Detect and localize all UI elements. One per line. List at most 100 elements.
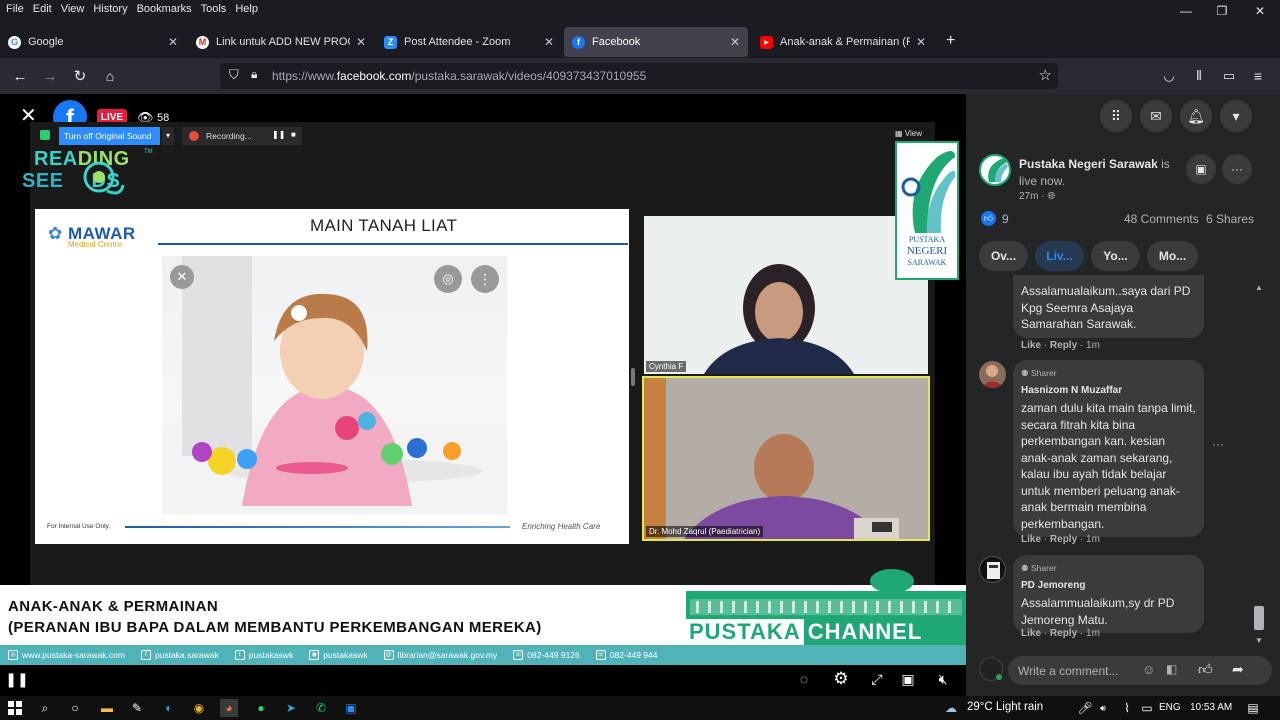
lock-icon[interactable]: 🔒︎ [251, 67, 257, 82]
more-options-icon[interactable]: ⋮ [471, 265, 499, 293]
comment-more-icon[interactable]: ··· [1212, 437, 1224, 451]
post-more-button[interactable]: ··· [1222, 154, 1252, 184]
language-indicator[interactable]: ENG [1159, 702, 1181, 713]
spotify-icon[interactable]: ● [252, 699, 270, 717]
pause-icon[interactable]: ❚❚ [272, 130, 285, 139]
close-tab-icon[interactable]: ✕ [544, 35, 554, 49]
menu-edit[interactable]: Edit [33, 3, 52, 15]
sidebar-icon[interactable]: ▭ [1218, 65, 1240, 87]
task-view-icon[interactable]: ○ [66, 699, 84, 717]
comment-composer[interactable]: Write a comment... ☺ ◧ 👍︎ ➦ [1008, 656, 1272, 685]
like-link[interactable]: Like [1021, 340, 1041, 351]
scroll-up-icon[interactable]: ▲ [1255, 283, 1263, 292]
tab-facebook[interactable]: f Facebook ✕ [564, 27, 748, 57]
avatar[interactable] [979, 556, 1006, 583]
back-arrow-icon[interactable]: ← [9, 65, 31, 87]
bookmark-star-icon[interactable]: ☆ [1039, 66, 1052, 84]
tab-overview[interactable]: Ov... [979, 241, 1028, 271]
save-icon[interactable]: ▣ [1186, 154, 1216, 184]
telegram-icon[interactable]: ➤ [282, 699, 300, 717]
close-tab-icon[interactable]: ✕ [916, 35, 926, 49]
like-icon[interactable]: 👍︎ [1198, 661, 1213, 678]
scrollbar-thumb[interactable] [1254, 606, 1264, 630]
captions-icon[interactable]: ◌ [793, 668, 815, 690]
menu-help[interactable]: Help [235, 3, 258, 15]
comments-scrollbar[interactable] [1252, 286, 1264, 634]
picture-in-picture-icon[interactable]: ▣ [897, 668, 919, 690]
menu-bookmarks[interactable]: Bookmarks [137, 3, 192, 15]
comment-count[interactable]: 48 Comments [1124, 212, 1199, 226]
notification-center-icon[interactable]: ▤ [1244, 699, 1262, 717]
mute-icon[interactable]: 🔇︎ [932, 668, 954, 690]
battery-icon[interactable]: ▭ [1138, 699, 1156, 717]
lens-icon[interactable]: ◎ [434, 265, 462, 293]
close-tab-icon[interactable]: ✕ [730, 35, 740, 49]
clock[interactable]: 10:53 AM [1190, 702, 1232, 713]
tab-zoom[interactable]: Z Post Attendee - Zoom ✕ [376, 27, 562, 57]
settings-gear-icon[interactable]: ⚙ [830, 668, 852, 690]
minimize-button[interactable]: — [1168, 0, 1204, 22]
home-icon[interactable]: ⌂ [99, 65, 121, 87]
page-avatar[interactable] [979, 154, 1011, 186]
weather-text[interactable]: 29°C Light rain [967, 701, 1043, 713]
library-icon[interactable]: ⫴ [1188, 65, 1210, 87]
like-link[interactable]: Like [1021, 628, 1041, 639]
commenter-name[interactable]: PD Jemoreng [1021, 578, 1196, 595]
search-icon[interactable]: ⌕ [36, 699, 54, 717]
menu-history[interactable]: History [93, 3, 127, 15]
weather-cloud-icon[interactable]: ☁ [942, 699, 960, 717]
tab-gmail[interactable]: M Link untuk ADD NEW PROGRAM ✕ [188, 27, 374, 57]
menu-view[interactable]: View [61, 3, 85, 15]
menu-tools[interactable]: Tools [201, 3, 227, 15]
like-link[interactable]: Like [1021, 534, 1041, 545]
forward-arrow-icon[interactable]: → [39, 65, 61, 87]
url-bar[interactable]: ⛉ 🔒︎ https://www. facebook.com/pustaka.sa… [220, 63, 1058, 89]
tab-more[interactable]: Mo... [1147, 241, 1198, 271]
reply-link[interactable]: Reply [1050, 628, 1077, 639]
zoom-app-icon[interactable]: ▣ [342, 699, 360, 717]
stop-icon[interactable]: ■ [291, 130, 296, 139]
messenger-icon[interactable]: ✉ [1140, 100, 1172, 132]
windows-start-icon[interactable] [6, 699, 24, 717]
commenter-name[interactable]: Hasnizom N Muzaffar [1021, 383, 1196, 400]
pen-icon[interactable]: ✎ [128, 699, 146, 717]
system-tray-icon[interactable]: 🔊︎ [1094, 699, 1112, 717]
pause-icon[interactable]: ❚❚ [5, 668, 28, 690]
share-arrow-icon[interactable]: ➦ [1232, 661, 1244, 678]
pocket-icon[interactable]: ◡ [1158, 65, 1180, 87]
reply-link[interactable]: Reply [1050, 534, 1077, 545]
wifi-icon[interactable]: ⌇ [1118, 699, 1136, 717]
shield-icon[interactable]: ⛉ [229, 67, 239, 83]
tab-google[interactable]: G Google ✕ [0, 27, 186, 57]
tab-youtube[interactable]: ▶ Anak-anak & Permainan (Perana ✕ [752, 27, 934, 57]
reply-link[interactable]: Reply [1050, 340, 1077, 351]
close-tab-icon[interactable]: ✕ [168, 35, 178, 49]
resize-handle[interactable] [631, 368, 635, 386]
chrome-icon[interactable]: ◉ [190, 699, 208, 717]
firefox-icon[interactable]: ◕ [220, 699, 238, 717]
fullscreen-icon[interactable]: ⤢ [866, 668, 888, 690]
tab-live-chat[interactable]: Liv... [1035, 241, 1084, 271]
restore-button[interactable]: ❐ [1204, 0, 1240, 22]
original-sound-button[interactable]: Turn off Original Sound [59, 127, 160, 145]
share-count[interactable]: 6 Shares [1206, 212, 1254, 226]
scroll-down-icon[interactable]: ▼ [1255, 636, 1263, 645]
hamburger-menu-icon[interactable]: ≡ [1247, 65, 1269, 87]
reload-icon[interactable]: ↻ [69, 65, 91, 87]
emoji-icon[interactable]: ☺ [1142, 662, 1155, 677]
whatsapp-icon[interactable]: ✆ [312, 699, 330, 717]
account-dropdown-icon[interactable]: ▾ [1220, 100, 1252, 132]
view-button[interactable]: ▦ View [895, 129, 922, 138]
microphone-icon[interactable]: 🎤︎ [1076, 699, 1094, 717]
tab-your-page[interactable]: Yo... [1091, 241, 1140, 271]
menu-grid-icon[interactable]: ⠿ [1100, 100, 1132, 132]
edge-icon[interactable]: ◐ [160, 699, 178, 717]
close-tab-icon[interactable]: ✕ [356, 35, 366, 49]
page-name-link[interactable]: Pustaka Negeri Sarawak [1019, 157, 1158, 171]
menu-file[interactable]: File [6, 3, 24, 15]
file-explorer-icon[interactable]: ▬ [98, 699, 116, 717]
sticker-icon[interactable]: ◧ [1166, 662, 1177, 676]
reaction-count[interactable]: 9 [1002, 212, 1009, 226]
close-photo-icon[interactable]: ✕ [170, 265, 194, 289]
chevron-down-icon[interactable]: ▾ [162, 127, 174, 145]
